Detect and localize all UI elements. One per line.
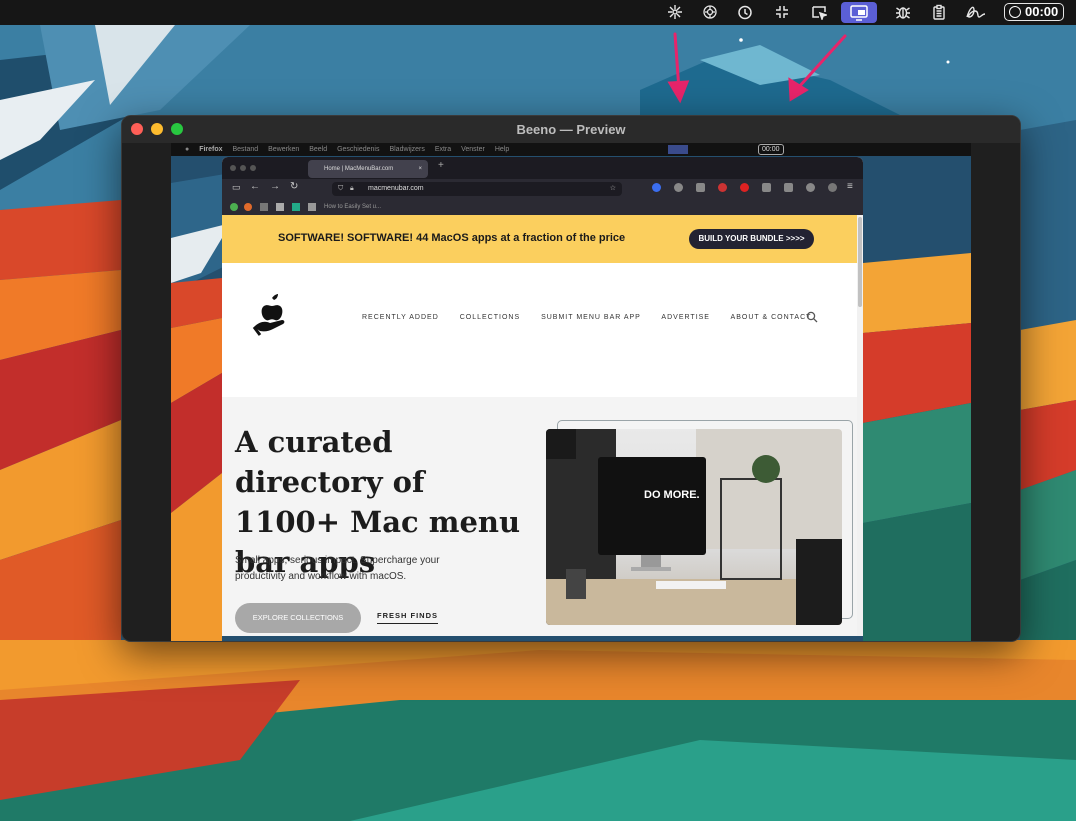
inner-menu-item: Beeld	[309, 146, 328, 153]
inner-menu-item: Firefox	[199, 146, 223, 153]
timer-display[interactable]: 00:00	[1004, 3, 1064, 21]
new-tab-icon[interactable]: +	[438, 160, 444, 171]
promo-banner: SOFTWARE! SOFTWARE! 44 MacOS apps at a f…	[222, 215, 857, 263]
bug-icon[interactable]	[893, 3, 913, 23]
system-menu-bar: 00:00	[0, 0, 1076, 25]
cloud-icon[interactable]	[806, 183, 815, 192]
shield-icon: ⛉	[338, 185, 344, 192]
lock-icon: 🔒︎	[350, 185, 354, 192]
sidebar-icon[interactable]: ▭	[232, 182, 241, 193]
window-titlebar[interactable]: Beeno — Preview	[122, 116, 1020, 143]
url-bar[interactable]: ⛉ 🔒︎ macmenubar.com ☆	[332, 182, 622, 196]
inner-apple-icon: ●	[185, 146, 190, 153]
openai-icon[interactable]	[700, 3, 720, 23]
inner-menu-item: Bladwijzers	[389, 146, 425, 153]
ff-zoom-dot[interactable]	[250, 165, 256, 171]
inner-menu-item: Bestand	[232, 146, 259, 153]
bookmark-favicon[interactable]	[230, 203, 238, 211]
extension-icon[interactable]	[696, 183, 705, 192]
beeno-screen-icon[interactable]	[841, 2, 877, 23]
inner-system-menu-bar: ● Firefox Bestand Bewerken Beeld Geschie…	[171, 143, 971, 156]
bookmark-favicon[interactable]	[292, 203, 300, 211]
window-title: Beeno — Preview	[516, 122, 626, 137]
inner-menu-item: Venster	[461, 146, 485, 153]
page-scrollbar[interactable]	[857, 215, 863, 636]
signature-icon[interactable]	[963, 3, 989, 23]
inner-menu-item: Extra	[434, 146, 452, 153]
hero-subtitle: Small apps, serious impact. Supercharge …	[235, 555, 440, 582]
nav-recently-added[interactable]: RECENTLY ADDED	[362, 314, 439, 321]
bookmark-favicon[interactable]	[276, 203, 284, 211]
firefox-tab-bar: Home | MacMenuBar.com × +	[222, 157, 863, 179]
beeno-preview-window[interactable]: Beeno — Preview ● Firefox Bestand Bewerk…	[121, 115, 1021, 642]
bookmark-star-icon[interactable]: ☆	[610, 182, 616, 196]
bookmarks-bar: How to Easily Set u...	[222, 199, 863, 215]
account-icon[interactable]	[828, 183, 837, 192]
compress-icon[interactable]	[772, 3, 792, 23]
reload-icon[interactable]: ↻	[290, 181, 298, 192]
fresh-finds-link[interactable]: FRESH FINDS	[377, 611, 439, 624]
extension-icon[interactable]	[652, 183, 661, 192]
build-bundle-button[interactable]: BUILD YOUR BUNDLE >>>>	[689, 229, 814, 249]
extension-icon[interactable]	[718, 183, 727, 192]
extension-icon[interactable]	[740, 183, 749, 192]
inner-menu-item: Help	[494, 146, 510, 153]
site-header: RECENTLY ADDED COLLECTIONS SUBMIT MENU B…	[222, 263, 857, 397]
timer-value: 00:00	[1025, 4, 1059, 19]
download-icon[interactable]	[784, 183, 793, 192]
nav-submit-app[interactable]: SUBMIT MENU BAR APP	[541, 314, 641, 321]
banner-text: SOFTWARE! SOFTWARE! 44 MacOS apps at a f…	[278, 232, 626, 244]
hero-image: DO MORE.	[546, 429, 842, 625]
clipboard-icon[interactable]	[929, 3, 949, 23]
annotation-arrows	[667, 32, 847, 104]
search-icon[interactable]	[806, 311, 818, 323]
url-text: macmenubar.com	[368, 185, 424, 192]
nav-advertise[interactable]: ADVERTISE	[661, 314, 710, 321]
image-overlay-text: DO MORE.	[644, 489, 700, 501]
nav-collections[interactable]: COLLECTIONS	[460, 314, 520, 321]
tab-title: Home | MacMenuBar.com	[324, 166, 394, 172]
scrollbar-thumb[interactable]	[858, 217, 862, 307]
inner-menu-item: Geschiedenis	[337, 146, 380, 153]
inner-timer: 00:00	[758, 144, 784, 155]
ff-close-dot[interactable]	[230, 165, 236, 171]
browser-tab[interactable]: Home | MacMenuBar.com ×	[308, 160, 428, 178]
hero-section: A curated directory of 1100+ Mac menu ba…	[222, 397, 857, 636]
inner-menu-item: Bewerken	[268, 146, 300, 153]
clock-history-icon[interactable]	[735, 3, 755, 23]
ff-min-dot[interactable]	[240, 165, 246, 171]
main-nav: RECENTLY ADDED COLLECTIONS SUBMIT MENU B…	[362, 314, 829, 321]
back-icon[interactable]: ←	[250, 181, 260, 192]
timer-clock-icon	[1009, 6, 1021, 18]
bookmark-favicon[interactable]	[308, 203, 316, 211]
preview-screenshot: ● Firefox Bestand Bewerken Beeld Geschie…	[171, 143, 971, 641]
nav-about-contact[interactable]: ABOUT & CONTACT	[731, 314, 812, 321]
explore-collections-button[interactable]: EXPLORE COLLECTIONS	[235, 603, 361, 633]
bookmark-link[interactable]: How to Easily Set u...	[324, 199, 381, 215]
extension-icon[interactable]	[674, 183, 683, 192]
inner-beeno-icon	[668, 145, 688, 154]
menu-icon[interactable]: ≡	[847, 181, 853, 192]
firefox-window[interactable]: Home | MacMenuBar.com × + ▭ ← → ↻ ⛉ 🔒︎ m…	[222, 157, 863, 636]
pinwheel-icon[interactable]	[665, 3, 685, 23]
forward-icon[interactable]: →	[270, 181, 280, 192]
macmenubar-logo[interactable]	[252, 293, 292, 337]
bookmark-favicon[interactable]	[244, 203, 252, 211]
puzzle-icon[interactable]	[762, 183, 771, 192]
tab-close-icon[interactable]: ×	[418, 160, 422, 178]
cursor-window-icon[interactable]	[809, 3, 829, 23]
bookmark-favicon[interactable]	[260, 203, 268, 211]
firefox-toolbar: ▭ ← → ↻ ⛉ 🔒︎ macmenubar.com ☆ ≡	[222, 179, 863, 199]
